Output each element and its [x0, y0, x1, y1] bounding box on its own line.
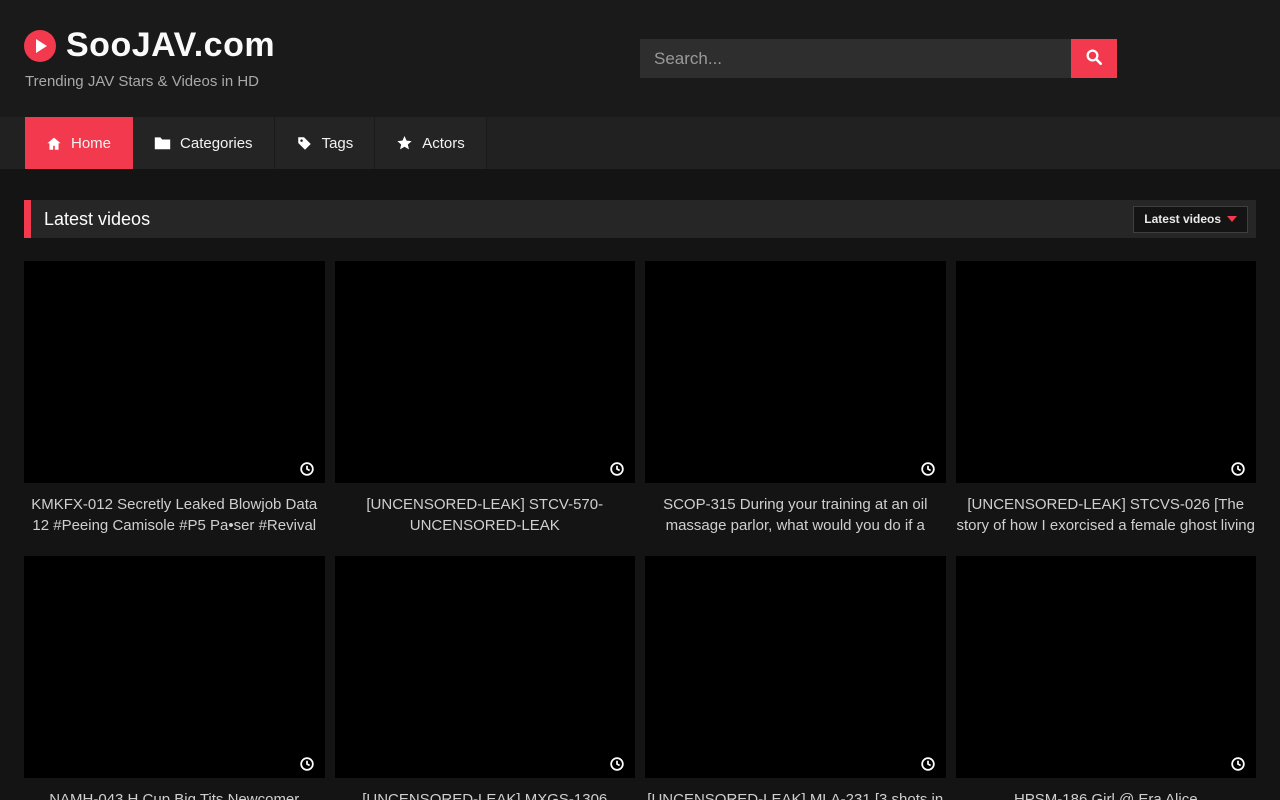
nav-item-categories[interactable]: Categories — [133, 117, 275, 169]
video-card: NAMH-043 H Cup Big Tits Newcomer (170cm … — [24, 556, 325, 800]
video-thumbnail[interactable] — [24, 556, 325, 778]
video-card: KMKFX-012 Secretly Leaked Blowjob Data 1… — [24, 261, 325, 536]
sort-dropdown[interactable]: Latest videos — [1133, 206, 1248, 233]
video-title[interactable]: [UNCENSORED-LEAK] STCVS-026 [The story o… — [956, 494, 1257, 536]
clock-icon — [1231, 757, 1245, 771]
site-name[interactable]: SooJAV.com — [66, 26, 275, 65]
video-title[interactable]: [UNCENSORED-LEAK] MLA-231 [3 shots in — [645, 789, 946, 800]
video-thumbnail[interactable] — [956, 261, 1257, 483]
caret-down-icon — [1227, 216, 1237, 222]
video-card: [UNCENSORED-LEAK] STCVS-026 [The story o… — [956, 261, 1257, 536]
nav-item-label: Tags — [322, 135, 354, 152]
home-icon — [46, 136, 62, 151]
video-card: [UNCENSORED-LEAK] STCV-570-UNCENSORED-LE… — [335, 261, 636, 536]
nav-item-label: Categories — [180, 135, 253, 152]
nav-item-home[interactable]: Home — [25, 117, 133, 169]
sort-dropdown-label: Latest videos — [1144, 212, 1221, 226]
nav-item-tags[interactable]: Tags — [275, 117, 376, 169]
video-title[interactable]: HPSM-186 Girl @ Era Alice — [956, 789, 1257, 800]
folder-icon — [154, 136, 171, 150]
nav-item-actors[interactable]: Actors — [375, 117, 487, 169]
video-thumbnail[interactable] — [956, 556, 1257, 778]
section-title: Latest videos — [31, 209, 150, 230]
video-title[interactable]: SCOP-315 During your training at an oil … — [645, 494, 946, 536]
clock-icon — [1231, 462, 1245, 476]
video-thumbnail[interactable] — [24, 261, 325, 483]
search-bar — [640, 39, 1117, 78]
section-header: Latest videos Latest videos — [24, 200, 1256, 238]
site-tagline: Trending JAV Stars & Videos in HD — [25, 73, 259, 90]
video-card: HPSM-186 Girl @ Era Alice — [956, 556, 1257, 800]
search-input[interactable] — [640, 39, 1071, 78]
video-thumbnail[interactable] — [335, 556, 636, 778]
clock-icon — [921, 757, 935, 771]
video-card: SCOP-315 During your training at an oil … — [645, 261, 946, 536]
video-grid: KMKFX-012 Secretly Leaked Blowjob Data 1… — [24, 261, 1256, 800]
star-icon — [396, 135, 413, 151]
play-icon — [24, 30, 56, 62]
clock-icon — [300, 462, 314, 476]
video-title[interactable]: [UNCENSORED-LEAK] MXGS-1306 Absolutely — [335, 789, 636, 800]
video-title[interactable]: [UNCENSORED-LEAK] STCV-570-UNCENSORED-LE… — [335, 494, 636, 536]
clock-icon — [300, 757, 314, 771]
video-card: [UNCENSORED-LEAK] MLA-231 [3 shots in — [645, 556, 946, 800]
nav-item-label: Actors — [422, 135, 465, 152]
video-thumbnail[interactable] — [645, 556, 946, 778]
video-card: [UNCENSORED-LEAK] MXGS-1306 Absolutely — [335, 556, 636, 800]
video-thumbnail[interactable] — [645, 261, 946, 483]
clock-icon — [610, 462, 624, 476]
main-nav: Home Categories Tags Actors — [0, 117, 1280, 169]
magnifier-icon — [1085, 48, 1103, 69]
nav-item-label: Home — [71, 135, 111, 152]
clock-icon — [610, 757, 624, 771]
search-button[interactable] — [1071, 39, 1117, 78]
clock-icon — [921, 462, 935, 476]
site-logo[interactable]: SooJAV.com — [24, 26, 275, 65]
tag-icon — [296, 136, 313, 151]
video-thumbnail[interactable] — [335, 261, 636, 483]
site-header: SooJAV.com Trending JAV Stars & Videos i… — [0, 0, 1280, 117]
video-title[interactable]: KMKFX-012 Secretly Leaked Blowjob Data 1… — [24, 494, 325, 536]
video-title[interactable]: NAMH-043 H Cup Big Tits Newcomer (170cm … — [24, 789, 325, 800]
